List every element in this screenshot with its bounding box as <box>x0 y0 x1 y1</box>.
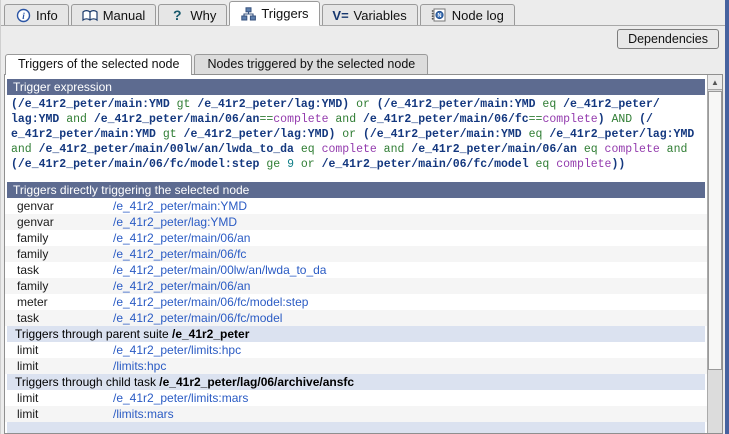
expression-line: and /e_41r2_peter/main/00lw/an/lwda_to_d… <box>11 142 703 157</box>
trigger-row: limit/e_41r2_peter/limits:hpc <box>5 342 707 358</box>
trigger-path-link[interactable]: /e_41r2_peter/lag:YMD <box>113 214 237 230</box>
subtab-triggers-of-node[interactable]: Triggers of the selected node <box>5 54 192 75</box>
expression-line: (/e_41r2_peter/main/06/fc/model:step ge … <box>11 157 703 172</box>
dependencies-button[interactable]: Dependencies <box>617 29 719 49</box>
group-header: Triggers through child task /e_41r2_pete… <box>7 374 705 390</box>
trigger-path-link[interactable]: /e_41r2_peter/main:YMD <box>113 198 247 214</box>
tab-why[interactable]: ? Why <box>158 4 227 25</box>
trigger-row: limit/limits:hpc <box>5 358 707 374</box>
expression-line: (/e_41r2_peter/main:YMD gt /e_41r2_peter… <box>11 97 703 112</box>
trigger-row: family/e_41r2_peter/main/06/fc <box>5 246 707 262</box>
trigger-path-link[interactable]: /e_41r2_peter/main/06/fc <box>113 246 246 262</box>
scrollbar-thumb[interactable] <box>708 91 722 370</box>
trigger-type-label: limit <box>17 390 113 406</box>
triggers-content-panel: Trigger expression (/e_41r2_peter/main:Y… <box>4 74 723 434</box>
group-header: Triggers through parent suite /e_41r2_pe… <box>7 326 705 342</box>
trigger-path-link[interactable]: /e_41r2_peter/limits:hpc <box>113 342 241 358</box>
trigger-type-label: limit <box>17 358 113 374</box>
trigger-type-label: limit <box>17 342 113 358</box>
variables-icon: V= <box>333 8 349 23</box>
tab-bar: i Info Manual ? Why Triggers V= Variable… <box>1 0 725 26</box>
tab-triggers[interactable]: Triggers <box>229 1 319 26</box>
trigger-row: genvar/e_41r2_peter/main:YMD <box>5 198 707 214</box>
tab-label: Why <box>190 8 216 23</box>
triggers-content: Trigger expression (/e_41r2_peter/main:Y… <box>5 75 707 433</box>
tab-label: Node log <box>452 8 504 23</box>
tab-label: Manual <box>103 8 146 23</box>
trigger-path-link[interactable]: /e_41r2_peter/main/06/an <box>113 278 250 294</box>
scroll-up-arrow-icon[interactable]: ▲ <box>708 75 722 90</box>
tab-label: Triggers <box>261 6 308 21</box>
trigger-row: task/e_41r2_peter/main/00lw/an/lwda_to_d… <box>5 262 707 278</box>
node-log-icon: N <box>431 8 447 23</box>
trigger-type-label: family <box>17 246 113 262</box>
triggers-icon <box>240 6 256 21</box>
tab-label: Info <box>36 8 58 23</box>
trigger-row: genvar/e_41r2_peter/lag:YMD <box>5 214 707 230</box>
trigger-row: limit/limits:mars <box>5 406 707 422</box>
trigger-expression-header: Trigger expression <box>7 79 705 95</box>
trigger-row: family/e_41r2_peter/main/06/an <box>5 230 707 246</box>
toolbar-strip: Dependencies <box>1 26 725 52</box>
manual-icon <box>82 8 98 23</box>
subtab-bar: Triggers of the selected node Nodes trig… <box>1 52 725 74</box>
trigger-row: limit/e_41r2_peter/limits:mars <box>5 390 707 406</box>
info-icon: i <box>15 8 31 23</box>
tab-node-log[interactable]: N Node log <box>420 4 515 25</box>
tab-info[interactable]: i Info <box>4 4 69 25</box>
tab-manual[interactable]: Manual <box>71 4 157 25</box>
trigger-type-label: genvar <box>17 198 113 214</box>
trigger-path-link[interactable]: /e_41r2_peter/limits:mars <box>113 390 248 406</box>
trigger-expression-text: (/e_41r2_peter/main:YMD gt /e_41r2_peter… <box>5 95 707 174</box>
expression-line: lag:YMD and /e_41r2_peter/main/06/an==co… <box>11 112 703 127</box>
subtab-nodes-triggered[interactable]: Nodes triggered by the selected node <box>194 54 428 74</box>
trigger-row: task/e_41r2_peter/main/06/fc/model <box>5 310 707 326</box>
vertical-scrollbar[interactable]: ▲ <box>707 75 722 433</box>
trigger-type-label: task <box>17 262 113 278</box>
partial-group-header <box>7 422 705 433</box>
trigger-type-label: family <box>17 230 113 246</box>
trigger-path-link[interactable]: /e_41r2_peter/main/06/fc/model:step <box>113 294 308 310</box>
trigger-row: meter/e_41r2_peter/main/06/fc/model:step <box>5 294 707 310</box>
triggers-panel-window: i Info Manual ? Why Triggers V= Variable… <box>0 0 729 434</box>
trigger-type-label: limit <box>17 406 113 422</box>
why-icon: ? <box>169 8 185 23</box>
trigger-row: family/e_41r2_peter/main/06/an <box>5 278 707 294</box>
trigger-type-label: meter <box>17 294 113 310</box>
trigger-type-label: family <box>17 278 113 294</box>
trigger-path-link[interactable]: /e_41r2_peter/main/06/fc/model <box>113 310 282 326</box>
trigger-type-label: genvar <box>17 214 113 230</box>
trigger-path-link[interactable]: /e_41r2_peter/main/00lw/an/lwda_to_da <box>113 262 326 278</box>
trigger-list: genvar/e_41r2_peter/main:YMDgenvar/e_41r… <box>5 198 707 422</box>
svg-text:N: N <box>438 13 442 19</box>
direct-triggers-header: Triggers directly triggering the selecte… <box>7 182 705 198</box>
expression-line: e_41r2_peter/main:YMD gt /e_41r2_peter/l… <box>11 127 703 142</box>
trigger-path-link[interactable]: /e_41r2_peter/main/06/an <box>113 230 250 246</box>
trigger-path-link[interactable]: /limits:mars <box>113 406 174 422</box>
tab-variables[interactable]: V= Variables <box>322 4 418 25</box>
trigger-type-label: task <box>17 310 113 326</box>
trigger-path-link[interactable]: /limits:hpc <box>113 358 166 374</box>
tab-label: Variables <box>354 8 407 23</box>
